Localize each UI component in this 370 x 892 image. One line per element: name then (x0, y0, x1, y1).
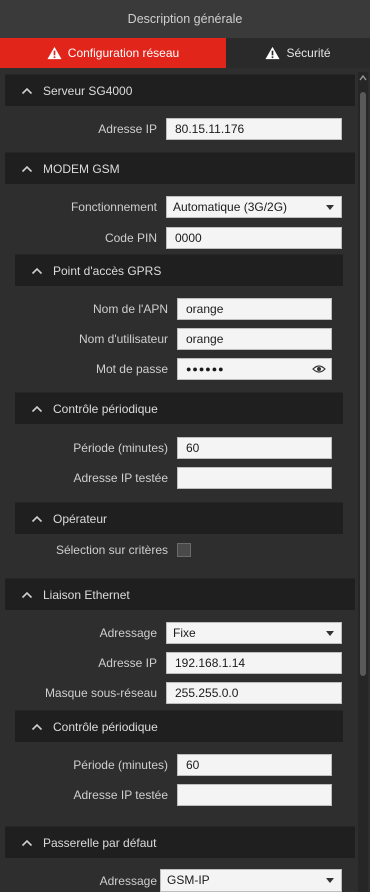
section-title: Point d'accès GPRS (53, 263, 162, 278)
ethernet-ip-field[interactable]: 192.168.1.14 (166, 652, 342, 674)
criteria-selection-label: Sélection sur critères (55, 543, 168, 557)
chevron-up-icon (31, 267, 43, 274)
password-masked-value: ●●●●●● (186, 364, 225, 374)
chevron-up-icon (21, 87, 33, 94)
chevron-up-icon (31, 405, 43, 412)
chevron-up-icon (31, 723, 43, 730)
modem-mode-label: Fonctionnement (70, 200, 157, 214)
section-header-ethernet[interactable]: Liaison Ethernet (5, 578, 355, 610)
section-header-gprs-access-point[interactable]: Point d'accès GPRS (15, 254, 343, 286)
chevron-up-icon (21, 165, 33, 172)
tab-label: Sécurité (286, 46, 331, 60)
tab-bar: Configuration réseau Sécurité (0, 38, 370, 68)
gateway-addressing-dropdown[interactable]: GSM-IP (160, 869, 342, 892)
ethernet-tested-ip-field[interactable] (177, 784, 332, 806)
dropdown-value: GSM-IP (167, 873, 210, 887)
window-title-bar: Description générale (0, 0, 370, 38)
caret-down-icon (326, 878, 334, 883)
criteria-selection-checkbox[interactable] (177, 543, 191, 557)
username-field[interactable]: orange (177, 328, 332, 350)
section-header-operator[interactable]: Opérateur (15, 502, 343, 534)
username-label: Nom d'utilisateur (79, 332, 168, 346)
tab-security[interactable]: Sécurité (226, 38, 370, 68)
section-title: Passerelle par défaut (43, 835, 157, 850)
section-title: Serveur SG4000 (43, 83, 133, 98)
gsm-period-label: Période (minutes) (73, 441, 168, 455)
ethernet-ip-label: Adresse IP (98, 656, 157, 670)
section-title: Contrôle périodique (53, 401, 158, 416)
chevron-up-icon (31, 515, 43, 522)
subnet-mask-field[interactable]: 255.255.0.0 (166, 682, 342, 704)
gateway-addressing-label: Adressage (99, 874, 157, 888)
ethernet-period-label: Période (minutes) (73, 758, 168, 772)
window-title: Description générale (127, 12, 243, 26)
server-ip-label: Adresse IP (98, 122, 157, 136)
scrollbar-thumb[interactable] (360, 92, 366, 676)
ethernet-addressing-label: Adressage (99, 626, 157, 640)
section-title: Opérateur (53, 511, 108, 526)
apn-name-field[interactable]: orange (177, 298, 332, 320)
section-header-ethernet-periodic-check[interactable]: Contrôle périodique (15, 710, 343, 742)
warning-icon (265, 46, 281, 60)
tab-label: Configuration réseau (67, 46, 180, 60)
warning-icon (47, 46, 62, 60)
gsm-tested-ip-label: Adresse IP testée (73, 471, 169, 485)
password-label: Mot de passe (95, 362, 168, 376)
section-title: Contrôle périodique (53, 719, 158, 734)
eye-icon[interactable] (312, 363, 326, 375)
ethernet-tested-ip-label: Adresse IP testée (73, 788, 169, 802)
chevron-up-icon (21, 839, 33, 846)
modem-pin-label: Code PIN (104, 231, 157, 245)
modem-mode-dropdown[interactable]: Automatique (3G/2G) (166, 196, 342, 218)
server-ip-field[interactable]: 80.15.11.176 (166, 118, 342, 140)
ethernet-period-field[interactable]: 60 (177, 754, 332, 776)
chevron-up-icon (21, 591, 33, 598)
vertical-scrollbar[interactable] (358, 72, 368, 892)
section-header-default-gateway[interactable]: Passerelle par défaut (5, 826, 355, 858)
apn-name-label: Nom de l'APN (93, 302, 168, 316)
subnet-mask-label: Masque sous-réseau (44, 686, 157, 700)
tab-network-configuration[interactable]: Configuration réseau (0, 38, 226, 68)
password-field[interactable]: ●●●●●● (177, 358, 332, 380)
modem-pin-field[interactable]: 0000 (166, 227, 342, 249)
gsm-period-field[interactable]: 60 (177, 437, 332, 459)
section-header-gsm-periodic-check[interactable]: Contrôle périodique (15, 392, 343, 424)
caret-down-icon (326, 205, 334, 210)
caret-down-icon (326, 631, 334, 636)
dropdown-value: Fixe (173, 626, 196, 640)
gsm-tested-ip-field[interactable] (177, 467, 332, 489)
dropdown-value: Automatique (3G/2G) (173, 200, 288, 214)
section-header-modem-gsm[interactable]: MODEM GSM (5, 152, 355, 184)
scroll-up-arrow-icon[interactable] (359, 74, 367, 82)
section-title: Liaison Ethernet (43, 587, 130, 602)
section-title: MODEM GSM (43, 161, 120, 176)
ethernet-addressing-dropdown[interactable]: Fixe (166, 622, 342, 644)
section-header-server[interactable]: Serveur SG4000 (5, 74, 355, 106)
